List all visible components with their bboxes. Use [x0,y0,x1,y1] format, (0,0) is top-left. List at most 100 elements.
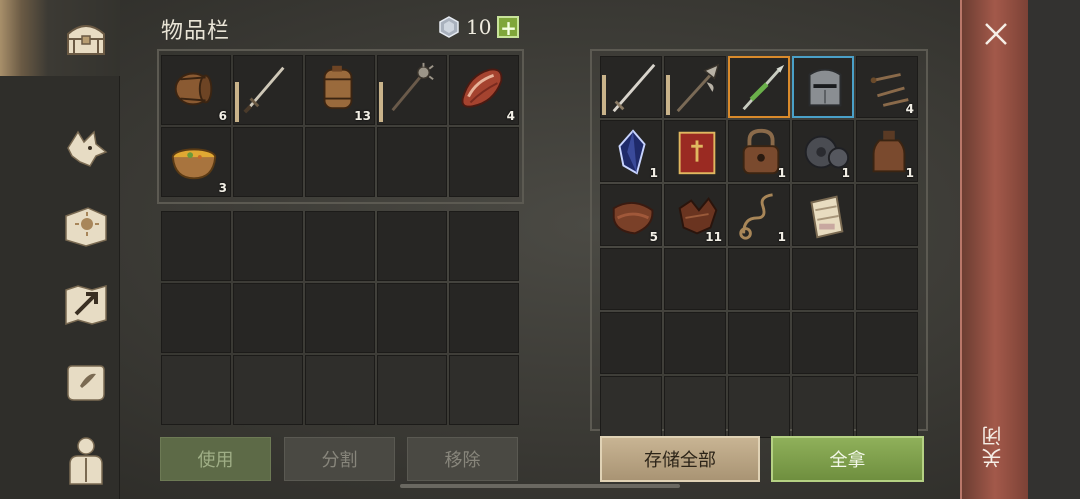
inventory-slot[interactable] [856,248,918,310]
map-arrow-icon[interactable] [58,276,114,332]
inventory-slot[interactable]: 11 [664,184,726,246]
knight-helmet-icon [808,68,842,107]
longsword-icon [612,63,656,113]
item-quantity: 3 [218,181,227,195]
inventory-slot[interactable] [728,56,790,118]
inventory-slot[interactable]: 1 [728,120,790,182]
inventory-slot[interactable] [792,248,854,310]
inventory-slot[interactable] [600,376,662,438]
remove-button[interactable]: 移除 [407,437,518,481]
inventory-slot[interactable]: 1 [600,120,662,182]
halberd-icon [676,63,720,113]
inventory-slot[interactable]: 4 [856,56,918,118]
inventory-slot[interactable] [305,211,375,281]
item-quantity: 1 [841,166,850,180]
inventory-grid: 6 13 4 3 [161,55,519,197]
close-button-label[interactable]: 关闭 [978,424,1010,468]
wolf-head-icon[interactable] [58,120,114,176]
right-edge [1028,0,1080,499]
inventory-slot[interactable] [664,56,726,118]
item-quantity: 4 [506,109,515,123]
storage-grid: 4 1 1 1 1 5 11 1 [600,56,918,438]
inventory-slot[interactable] [728,312,790,374]
inventory-slot[interactable] [449,211,519,281]
inventory-slot[interactable] [449,355,519,425]
gem-icon [439,16,459,38]
inventory-slot[interactable] [377,127,447,197]
inventory-slot[interactable] [856,376,918,438]
inventory-slot[interactable] [600,248,662,310]
character-icon[interactable] [58,432,114,488]
inventory-slot[interactable] [792,56,854,118]
inventory-grid-extra [161,211,519,425]
inventory-slot[interactable] [600,312,662,374]
durability-bar [602,75,606,115]
sidebar [0,0,120,499]
inventory-slot[interactable]: 13 [305,55,375,125]
inventory-slot[interactable]: 4 [449,55,519,125]
inventory-slot[interactable] [449,127,519,197]
store-all-button[interactable]: 存储全部 [600,436,760,482]
currency-value: 10 [466,15,492,39]
sun-book-icon[interactable] [58,198,114,254]
inventory-slot[interactable] [305,283,375,353]
inventory-slot[interactable] [233,211,303,281]
storage-chest-icon[interactable] [58,10,114,66]
sword-icon [243,66,285,114]
use-button[interactable]: 使用 [160,437,271,481]
add-currency-button[interactable]: + [497,16,520,38]
inventory-slot[interactable] [664,120,726,182]
inventory-slot[interactable]: 1 [856,120,918,182]
inventory-slot[interactable] [377,55,447,125]
inventory-slot[interactable] [664,248,726,310]
red-book-icon [678,131,716,175]
item-quantity: 4 [905,102,914,116]
inventory-slot[interactable]: 3 [161,127,231,197]
item-quantity: 13 [354,109,371,123]
parchment-roll-icon [810,195,844,239]
inventory-slot[interactable] [161,355,231,425]
inventory-slot[interactable] [449,283,519,353]
inventory-slot[interactable] [856,312,918,374]
inventory-slot[interactable] [377,211,447,281]
inventory-slot[interactable] [377,283,447,353]
take-all-button[interactable]: 全拿 [771,436,924,482]
quest-scroll-icon[interactable] [58,354,114,410]
inventory-slot[interactable] [161,211,231,281]
inventory-slot[interactable] [792,184,854,246]
inventory-slot[interactable] [305,127,375,197]
inventory-slot[interactable] [856,184,918,246]
inventory-slot[interactable] [233,355,303,425]
inventory-slot[interactable]: 6 [161,55,231,125]
inventory-slot[interactable] [600,56,662,118]
inventory-slot[interactable] [233,55,303,125]
inventory-slot[interactable] [233,127,303,197]
inventory-slot[interactable] [305,355,375,425]
close-icon[interactable] [982,20,1010,48]
inventory-slot[interactable] [728,376,790,438]
inventory-slot[interactable] [792,312,854,374]
inventory-slot[interactable] [161,283,231,353]
mace-icon [391,62,434,112]
inventory-slot[interactable] [792,376,854,438]
inventory-slot[interactable] [664,376,726,438]
inventory-slot[interactable]: 1 [728,184,790,246]
item-quantity: 1 [777,230,786,244]
item-quantity: 5 [649,230,658,244]
inventory-slot[interactable] [664,312,726,374]
page-title: 物品栏 [161,19,231,44]
item-quantity: 1 [777,166,786,180]
keg-icon [323,65,353,110]
item-quantity: 6 [218,109,227,123]
durability-bar [379,82,383,122]
split-button[interactable]: 分割 [284,437,395,481]
inventory-slot[interactable]: 1 [792,120,854,182]
inventory-slot[interactable] [377,355,447,425]
scroll-indicator[interactable] [400,484,680,488]
inventory-slot[interactable] [233,283,303,353]
barrel-icon [174,72,213,106]
green-spear-icon [742,64,785,111]
inventory-slot[interactable] [728,248,790,310]
inventory-slot[interactable]: 5 [600,184,662,246]
meat-icon [461,68,503,108]
